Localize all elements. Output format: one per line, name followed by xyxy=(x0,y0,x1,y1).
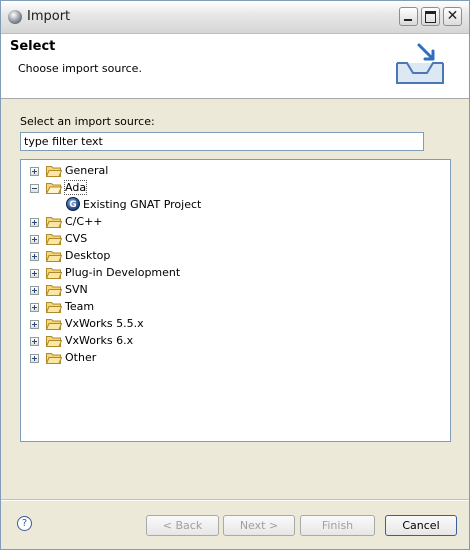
tree-item[interactable]: Team xyxy=(21,298,421,315)
wizard-header: Select Choose import source. xyxy=(1,34,469,99)
tree-item[interactable]: C/C++ xyxy=(21,213,421,230)
tree-item[interactable]: VxWorks 5.5.x xyxy=(21,315,421,332)
finish-button[interactable]: Finish xyxy=(300,515,375,536)
tree-item-label: VxWorks 5.5.x xyxy=(65,317,144,330)
tree-item[interactable]: SVN xyxy=(21,281,421,298)
expand-icon[interactable] xyxy=(30,303,39,312)
next-button[interactable]: Next > xyxy=(223,515,295,536)
import-source-tree[interactable]: General Ada G Existing GNAT Project C/C++ CVS… xyxy=(20,159,451,442)
import-source-label: Select an import source: xyxy=(20,115,155,128)
tree-item-label: SVN xyxy=(65,283,88,296)
close-button[interactable]: ✕ xyxy=(443,7,462,26)
tree-item[interactable]: Desktop xyxy=(21,247,421,264)
minimize-button[interactable] xyxy=(399,7,418,26)
close-icon: ✕ xyxy=(446,8,459,24)
expand-icon[interactable] xyxy=(30,337,39,346)
tree-item-label: Other xyxy=(65,351,97,364)
title-bar[interactable]: Import ✕ xyxy=(1,1,469,34)
folder-icon xyxy=(45,317,63,330)
tree-item[interactable]: General xyxy=(21,162,421,179)
footer-divider xyxy=(1,499,469,501)
filter-input[interactable] xyxy=(20,132,424,151)
folder-icon xyxy=(45,300,63,313)
tree-child-item[interactable]: G Existing GNAT Project xyxy=(21,196,421,213)
expand-icon[interactable] xyxy=(30,235,39,244)
tree-child-label: Existing GNAT Project xyxy=(83,198,202,211)
expand-icon[interactable] xyxy=(30,320,39,329)
help-icon[interactable]: ? xyxy=(17,516,32,531)
collapse-icon[interactable] xyxy=(30,184,39,193)
folder-icon xyxy=(45,283,63,296)
expand-icon[interactable] xyxy=(30,354,39,363)
tree-item[interactable]: CVS xyxy=(21,230,421,247)
back-button[interactable]: < Back xyxy=(146,515,219,536)
folder-icon xyxy=(45,215,63,228)
maximize-button[interactable] xyxy=(421,7,440,26)
tree-item-label: Plug-in Development xyxy=(65,266,181,279)
eclipse-icon xyxy=(8,10,22,24)
folder-icon xyxy=(45,164,63,177)
tree-item[interactable]: Plug-in Development xyxy=(21,264,421,281)
tree-item[interactable]: Ada xyxy=(21,179,421,196)
window-title: Import xyxy=(27,9,71,24)
tree-item-label: General xyxy=(65,164,109,177)
cancel-button[interactable]: Cancel xyxy=(385,515,457,536)
tree-item-label: Desktop xyxy=(65,249,111,262)
tree-item-label: C/C++ xyxy=(65,215,103,228)
import-wizard-icon xyxy=(396,43,444,84)
tree-item-label: CVS xyxy=(65,232,88,245)
folder-open-icon xyxy=(45,181,63,194)
expand-icon[interactable] xyxy=(30,252,39,261)
tree-item-label: Ada xyxy=(63,180,88,195)
tree-item[interactable]: VxWorks 6.x xyxy=(21,332,421,349)
folder-icon xyxy=(45,232,63,245)
tree-item[interactable]: Other xyxy=(21,349,421,366)
folder-icon xyxy=(45,266,63,279)
expand-icon[interactable] xyxy=(30,286,39,295)
expand-icon[interactable] xyxy=(30,167,39,176)
page-title: Select xyxy=(10,39,56,54)
import-dialog: Import ✕ Select Choose import source. Se… xyxy=(0,0,470,550)
folder-icon xyxy=(45,351,63,364)
expand-icon[interactable] xyxy=(30,218,39,227)
tree-item-label: VxWorks 6.x xyxy=(65,334,134,347)
page-description: Choose import source. xyxy=(18,62,142,75)
expand-icon[interactable] xyxy=(30,269,39,278)
gnat-icon: G xyxy=(66,197,80,211)
folder-icon xyxy=(45,249,63,262)
tree-item-label: Team xyxy=(65,300,95,313)
folder-icon xyxy=(45,334,63,347)
